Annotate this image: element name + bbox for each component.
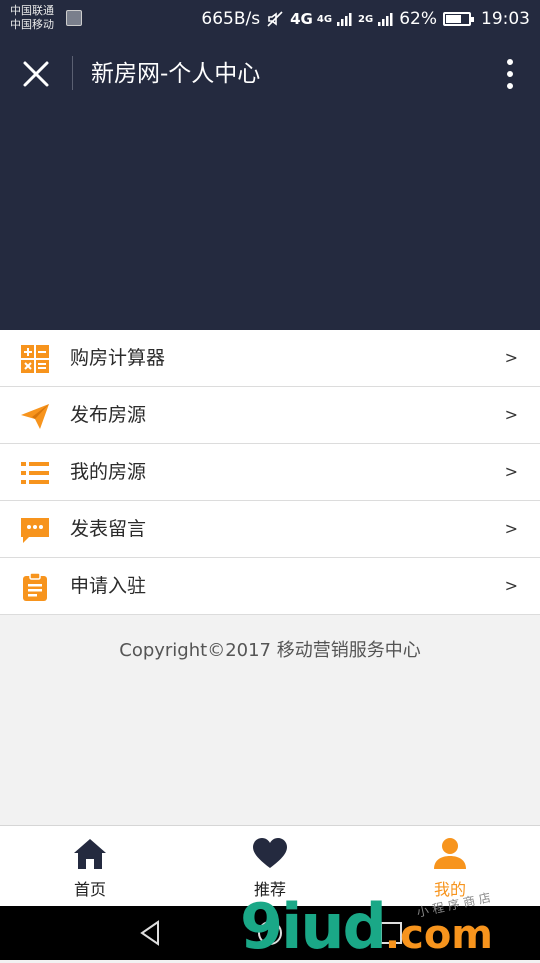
image-notification-icon [66,10,82,26]
carrier-1: 中国联通 [10,4,54,17]
back-triangle-icon [140,920,159,946]
tab-label: 首页 [73,880,106,899]
menu-item-my-listings[interactable]: 我的房源 > [0,444,540,501]
network-badge-2: 4G [316,13,333,25]
menu-item-calculator[interactable]: 购房计算器 > [0,330,540,387]
heart-icon [253,838,287,868]
system-nav-bar [0,906,540,960]
battery-icon [443,12,474,26]
network-3-label: 2G [358,13,374,25]
app-bar: 新房网-个人中心 [0,38,540,110]
menu-list: 购房计算器 > 发布房源 > 我的房源 > 发表留言 > 申请入驻 > [0,330,540,615]
clock: 19:03 [481,9,530,29]
chat-bubble-icon [21,518,49,543]
calculator-icon [21,345,49,373]
menu-item-label: 我的房源 [70,461,147,483]
tab-mine[interactable]: 我的 [360,826,540,907]
network-badge-3: 2G [358,13,374,25]
mute-icon [266,10,284,28]
tab-label: 我的 [433,880,466,899]
back-button[interactable] [136,918,166,948]
menu-item-label: 申请入驻 [70,575,147,597]
signal-icon [336,11,352,27]
bottom-tab-bar: 首页 推荐 我的 [0,825,540,907]
carrier-info: 中国联通 中国移动 [10,4,54,32]
battery-fill [446,15,461,23]
page-title: 新房网-个人中心 [91,61,261,87]
user-icon [434,838,466,869]
menu-item-publish-listing[interactable]: 发布房源 > [0,387,540,444]
copyright-text: Copyright©2017 移动营销服务中心 [119,640,421,661]
home-nav-button[interactable] [255,918,285,948]
status-right: 665B/s 4G 4G 2G 62% 19:03 [201,0,530,38]
recents-square-icon [380,922,402,944]
more-vertical-icon [507,59,513,89]
home-circle-icon [258,921,282,945]
chevron-right-icon: > [504,405,518,424]
tab-label: 推荐 [253,880,286,899]
network-1-label: 4G [290,10,313,28]
menu-item-apply-join[interactable]: 申请入驻 > [0,558,540,615]
menu-item-leave-message[interactable]: 发表留言 > [0,501,540,558]
clipboard-icon [23,572,47,601]
close-icon [23,61,49,87]
chevron-right-icon: > [504,462,518,481]
tab-recommend[interactable]: 推荐 [180,826,360,907]
paper-plane-icon [21,404,49,429]
more-options-button[interactable] [502,56,518,92]
tab-home[interactable]: 首页 [0,826,180,907]
close-button[interactable] [20,58,52,90]
signal-icon-2 [377,11,393,27]
menu-item-label: 发布房源 [70,404,147,426]
chevron-right-icon: > [504,576,518,595]
list-icon [21,462,49,484]
chevron-right-icon: > [504,519,518,538]
battery-percent: 62% [399,9,437,29]
status-bar: 中国联通 中国移动 665B/s 4G 4G 2G 62% 19:03 [0,0,540,38]
home-icon [74,839,106,869]
chevron-right-icon: > [504,348,518,367]
header-area: 新房网-个人中心 [0,38,540,330]
network-2-label: 4G [316,13,333,25]
app-bar-divider [72,56,73,90]
menu-item-label: 购房计算器 [70,347,166,369]
net-speed: 665B/s [201,9,261,29]
network-badge-1: 4G [290,10,313,28]
menu-item-label: 发表留言 [70,518,147,540]
recents-button[interactable] [376,918,406,948]
carrier-2: 中国移动 [10,18,54,31]
